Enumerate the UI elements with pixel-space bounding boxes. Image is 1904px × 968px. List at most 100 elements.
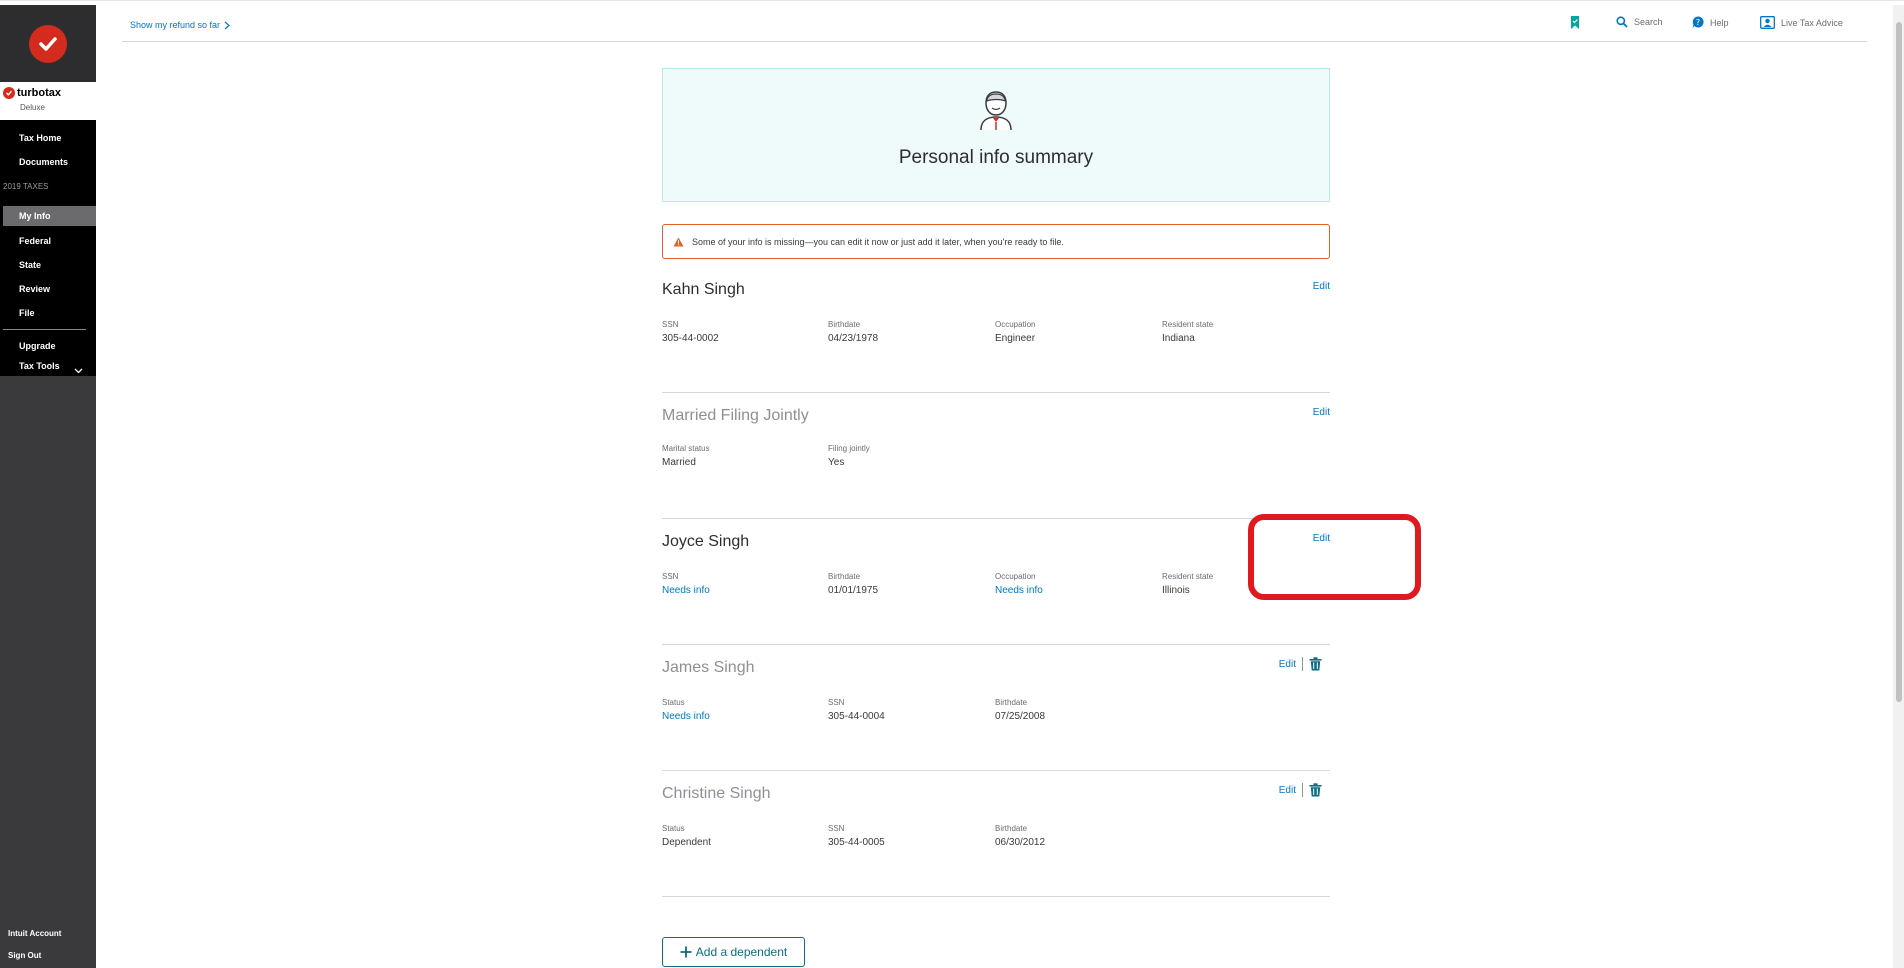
dependent-actions: Edit: [1279, 783, 1322, 797]
field-value: Married: [662, 457, 696, 468]
field-label: Birthdate: [995, 698, 1028, 707]
sidebar-section-label: 2019 TAXES: [3, 182, 49, 191]
sidebar-divider: [3, 329, 86, 330]
page-title: Personal info summary: [898, 147, 1094, 168]
dependent-status-field: Status Dependent: [662, 824, 822, 848]
field-label: Marital status: [662, 444, 710, 453]
warning-icon: [673, 237, 684, 246]
alert-message: Some of your info is missing—you can edi…: [692, 236, 1064, 247]
sidebar-item-review[interactable]: Review: [19, 284, 50, 294]
spouse-edit-link[interactable]: Edit: [1313, 533, 1330, 544]
bookmark-button[interactable]: [1570, 16, 1580, 29]
summary-header: Personal info summary: [662, 68, 1330, 202]
person-icon: [977, 89, 1015, 136]
field-value: 305-44-0002: [662, 333, 719, 344]
checkmark-icon: [29, 24, 67, 63]
dependent-ssn-field: SSN 305-44-0005: [828, 824, 988, 848]
filing-jointly-field: Filing jointly Yes: [828, 444, 988, 468]
spouse-name: Joyce Singh: [662, 533, 750, 550]
field-value: 305-44-0005: [828, 837, 885, 848]
dependent-birthdate-field: Birthdate 07/25/2008: [995, 698, 1155, 722]
help-label: Help: [1710, 17, 1729, 28]
dependent-status-field: Status Needs info: [662, 698, 822, 722]
taxpayer-section: Kahn Singh Edit SSN 305-44-0002 Birthdat…: [662, 267, 1330, 393]
field-label: Birthdate: [995, 824, 1028, 833]
field-value: Dependent: [662, 837, 711, 848]
sidebar-item-federal[interactable]: Federal: [19, 236, 51, 246]
missing-info-alert: Some of your info is missing—you can edi…: [662, 224, 1330, 259]
filing-status-edit-link[interactable]: Edit: [1313, 407, 1330, 418]
sidebar-item-my-info[interactable]: My Info: [19, 211, 51, 221]
help-button[interactable]: ? Help: [1692, 16, 1729, 29]
top-bar: Show my refund so far Search ? Help Live…: [122, 5, 1867, 42]
dependent-name: James Singh: [662, 659, 755, 676]
spouse-section: Joyce Singh Edit SSN Needs info Birthdat…: [662, 519, 1330, 645]
spouse-birthdate-field: Birthdate 01/01/1975: [828, 572, 988, 596]
divider: [1302, 783, 1303, 797]
turbotax-logo[interactable]: [0, 5, 96, 82]
search-button[interactable]: Search: [1616, 16, 1663, 28]
needs-info-link[interactable]: Needs info: [662, 711, 822, 722]
trash-icon[interactable]: [1309, 783, 1322, 797]
live-tax-advice-button[interactable]: Live Tax Advice: [1760, 16, 1843, 29]
brand-name: turbotax: [17, 87, 61, 99]
spouse-state-field: Resident state Illinois: [1162, 572, 1322, 596]
filing-status-section: Married Filing Jointly Edit Marital stat…: [662, 393, 1330, 519]
field-value: 07/25/2008: [995, 711, 1046, 722]
field-label: Status: [662, 824, 685, 833]
divider: [1302, 657, 1303, 671]
field-label: SSN: [828, 698, 845, 707]
svg-text:?: ?: [1696, 18, 1700, 27]
intuit-account-link[interactable]: Intuit Account: [8, 929, 61, 938]
taxpayer-occupation-field: Occupation Engineer: [995, 320, 1155, 344]
field-label: Birthdate: [828, 320, 861, 329]
dependent-section-james: James Singh Edit Status Needs info SSN 3…: [662, 645, 1330, 771]
field-value: 01/01/1975: [828, 585, 879, 596]
sidebar-item-documents[interactable]: Documents: [19, 157, 68, 167]
taxpayer-state-field: Resident state Indiana: [1162, 320, 1322, 344]
field-label: Resident state: [1162, 572, 1214, 581]
field-label: SSN: [662, 320, 679, 329]
field-label: Birthdate: [828, 572, 861, 581]
taxpayer-name: Kahn Singh: [662, 281, 745, 298]
needs-info-link[interactable]: Needs info: [662, 585, 822, 596]
sign-out-link[interactable]: Sign Out: [8, 951, 41, 960]
dependent-ssn-field: SSN 305-44-0004: [828, 698, 988, 722]
sidebar-item-tax-tools[interactable]: Tax Tools: [19, 361, 60, 371]
marital-status-field: Marital status Married: [662, 444, 822, 468]
taxpayer-edit-link[interactable]: Edit: [1313, 281, 1330, 292]
trash-icon[interactable]: [1309, 657, 1322, 671]
chevron-down-icon[interactable]: [74, 361, 83, 379]
dependent-name: Christine Singh: [662, 785, 771, 802]
field-label: Status: [662, 698, 685, 707]
field-value: Yes: [828, 457, 845, 468]
brand-edition: Deluxe: [20, 103, 45, 112]
dependent-edit-link[interactable]: Edit: [1279, 785, 1296, 796]
field-value: Indiana: [1162, 333, 1195, 344]
sidebar-item-upgrade[interactable]: Upgrade: [19, 341, 56, 351]
filing-status-title: Married Filing Jointly: [662, 407, 809, 424]
field-label: Filing jointly: [828, 444, 870, 453]
dependent-edit-link[interactable]: Edit: [1279, 659, 1296, 670]
bookmark-icon: [1571, 16, 1579, 29]
field-label: SSN: [662, 572, 679, 581]
sidebar-item-file[interactable]: File: [19, 308, 35, 318]
product-brand: turbotax Deluxe: [0, 82, 96, 120]
search-icon: [1616, 16, 1628, 28]
expert-icon: [1760, 16, 1775, 29]
needs-info-link[interactable]: Needs info: [995, 585, 1155, 596]
sidebar-nav: Tax Home Documents 2019 TAXES My Info Fe…: [0, 120, 96, 376]
field-label: Resident state: [1162, 320, 1214, 329]
refund-link[interactable]: Show my refund so far: [130, 20, 230, 30]
dependent-section-christine: Christine Singh Edit Status Dependent SS…: [662, 771, 1330, 897]
refund-link-label: Show my refund so far: [130, 20, 221, 30]
plus-icon: [680, 946, 692, 958]
sidebar-item-tax-home[interactable]: Tax Home: [19, 133, 61, 143]
live-advice-label: Live Tax Advice: [1781, 17, 1843, 28]
sidebar-item-state[interactable]: State: [19, 260, 41, 270]
field-value: Engineer: [995, 333, 1036, 344]
add-dependent-button[interactable]: Add a dependent: [662, 937, 805, 967]
scrollbar-thumb[interactable]: [1896, 22, 1902, 702]
spouse-occupation-field: Occupation Needs info: [995, 572, 1155, 596]
field-label: SSN: [828, 824, 845, 833]
